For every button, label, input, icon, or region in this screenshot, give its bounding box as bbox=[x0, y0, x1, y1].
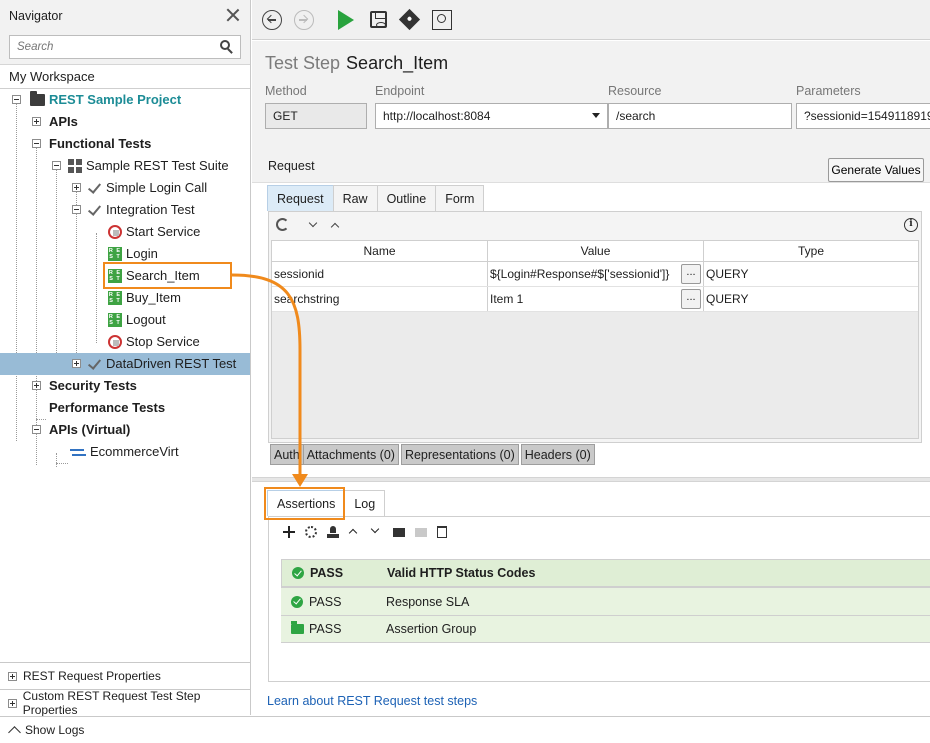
annotation-arrow bbox=[231, 273, 308, 487]
